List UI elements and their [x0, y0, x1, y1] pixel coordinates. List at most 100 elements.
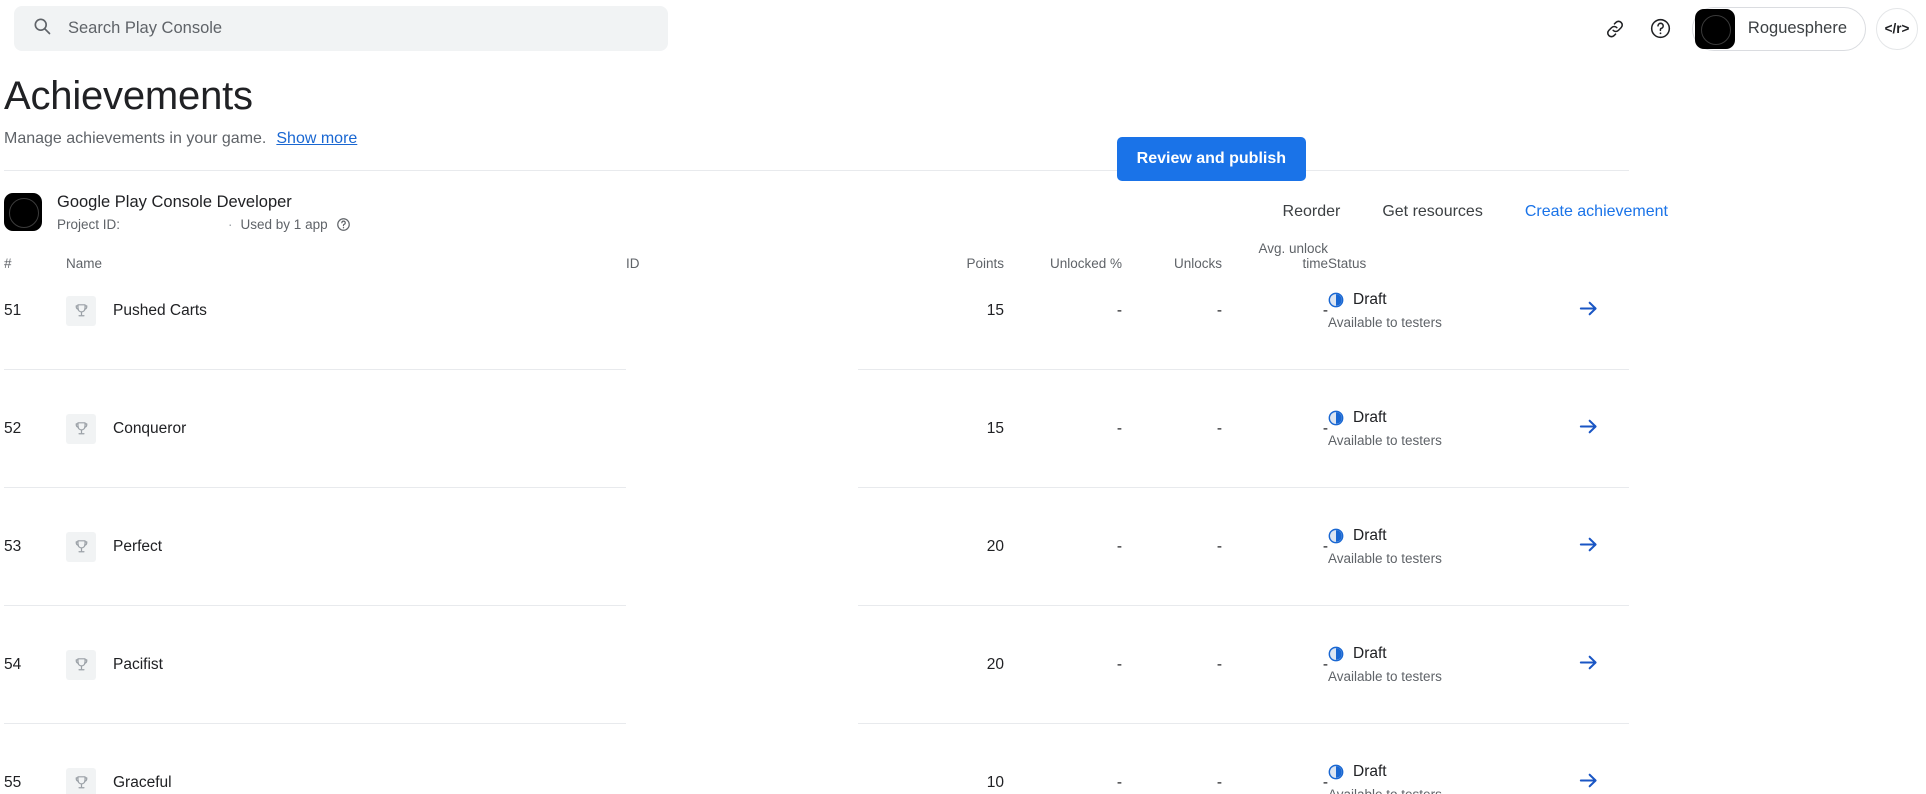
account-chip[interactable]: Roguesphere: [1692, 7, 1866, 51]
avatar: [1695, 9, 1735, 49]
meta-separator: ·: [228, 217, 233, 232]
table-header: # Name ID Points Unlocked % Unlocks Avg.…: [4, 235, 1629, 281]
cell-id: [626, 281, 858, 340]
column-header-status: Status: [1328, 235, 1548, 281]
help-circle-icon[interactable]: [336, 217, 351, 232]
trophy-icon: [66, 650, 96, 680]
cell-open-action[interactable]: [1548, 635, 1629, 694]
avg-unlock-line2: time: [1222, 256, 1328, 271]
cell-unlocks: -: [1122, 399, 1222, 458]
row-divider-right: [858, 340, 1629, 399]
cell-unlocked-pct: -: [1004, 399, 1122, 458]
draft-status-icon: [1328, 646, 1344, 662]
status-badge: Draft: [1353, 527, 1387, 545]
cell-number: 55: [4, 753, 66, 794]
project-info: Google Play Console Developer Project ID…: [57, 192, 351, 233]
cell-open-action[interactable]: [1548, 517, 1629, 576]
cell-name: Graceful: [66, 753, 626, 794]
row-divider-left: [4, 694, 626, 753]
arrow-right-icon[interactable]: [1577, 297, 1600, 325]
account-name: Roguesphere: [1748, 19, 1847, 38]
review-and-publish-button[interactable]: Review and publish: [1117, 137, 1306, 181]
top-bar: Roguesphere </r>: [0, 0, 1926, 57]
cell-unlocked-pct: -: [1004, 281, 1122, 340]
draft-status-icon: [1328, 764, 1344, 780]
cell-unlocked-pct: -: [1004, 635, 1122, 694]
table-row[interactable]: 52Conqueror15---DraftAvailable to tester…: [4, 399, 1629, 458]
table-row[interactable]: 53Perfect20---DraftAvailable to testers: [4, 517, 1629, 576]
cell-unlocks: -: [1122, 517, 1222, 576]
code-chip-icon[interactable]: </r>: [1876, 8, 1918, 50]
cell-name: Conqueror: [66, 399, 626, 458]
column-header-number: #: [4, 235, 66, 281]
table-row[interactable]: 54Pacifist20---DraftAvailable to testers: [4, 635, 1629, 694]
cell-number: 54: [4, 635, 66, 694]
status-subtext: Available to testers: [1328, 669, 1548, 685]
create-achievement-button[interactable]: Create achievement: [1525, 203, 1668, 221]
cell-unlocked-pct: -: [1004, 517, 1122, 576]
cell-number: 52: [4, 399, 66, 458]
search-box[interactable]: [14, 6, 668, 51]
search-input[interactable]: [68, 19, 650, 38]
project-avatar: [4, 193, 42, 231]
cell-status: Draft Available to testers: [1328, 399, 1548, 458]
arrow-right-icon[interactable]: [1577, 769, 1600, 794]
column-header-unlocked-pct: Unlocked %: [1004, 235, 1122, 281]
trophy-icon: [66, 532, 96, 562]
column-header-name: Name: [66, 235, 626, 281]
cell-points: 15: [858, 399, 1004, 458]
status-subtext: Available to testers: [1328, 551, 1548, 567]
page-subtitle-text: Manage achievements in your game.: [4, 130, 266, 147]
achievements-table: # Name ID Points Unlocked % Unlocks Avg.…: [4, 235, 1629, 794]
arrow-right-icon[interactable]: [1577, 415, 1600, 443]
cell-open-action[interactable]: [1548, 753, 1629, 794]
help-circle-icon[interactable]: [1638, 6, 1684, 52]
table-header-row: # Name ID Points Unlocked % Unlocks Avg.…: [4, 235, 1629, 281]
search-icon: [32, 16, 52, 41]
cell-unlocked-pct: -: [1004, 753, 1122, 794]
arrow-right-icon[interactable]: [1577, 651, 1600, 679]
arrow-right-icon[interactable]: [1577, 533, 1600, 561]
cell-open-action[interactable]: [1548, 281, 1629, 340]
table-row[interactable]: 51Pushed Carts15---DraftAvailable to tes…: [4, 281, 1629, 340]
cell-points: 20: [858, 635, 1004, 694]
cell-status: Draft Available to testers: [1328, 517, 1548, 576]
status-subtext: Available to testers: [1328, 433, 1548, 449]
achievement-name: Conqueror: [113, 420, 186, 438]
page-title: Achievements: [4, 73, 1926, 119]
achievement-name: Pushed Carts: [113, 302, 207, 320]
achievement-name: Pacifist: [113, 656, 163, 674]
row-divider: [4, 458, 1629, 517]
cell-avg-unlock-time: -: [1222, 635, 1328, 694]
get-resources-button[interactable]: Get resources: [1382, 203, 1482, 221]
row-divider: [4, 340, 1629, 399]
used-by-label: Used by 1 app: [241, 217, 328, 232]
cell-id: [626, 517, 858, 576]
status-badge: Draft: [1353, 409, 1387, 427]
link-icon[interactable]: [1592, 6, 1638, 52]
row-divider-right: [858, 694, 1629, 753]
cell-name: Pushed Carts: [66, 281, 626, 340]
cell-avg-unlock-time: -: [1222, 753, 1328, 794]
draft-status-icon: [1328, 292, 1344, 308]
trophy-icon: [66, 768, 96, 794]
cell-id: [626, 399, 858, 458]
table-row[interactable]: 55Graceful10---DraftAvailable to testers: [4, 753, 1629, 794]
row-divider-right: [858, 576, 1629, 635]
cell-unlocks: -: [1122, 753, 1222, 794]
cell-open-action[interactable]: [1548, 399, 1629, 458]
row-divider: [4, 694, 1629, 753]
achievement-name: Perfect: [113, 538, 162, 556]
cell-number: 53: [4, 517, 66, 576]
table-body: 51Pushed Carts15---DraftAvailable to tes…: [4, 281, 1629, 794]
project-name: Google Play Console Developer: [57, 192, 351, 213]
status-badge: Draft: [1353, 763, 1387, 781]
draft-status-icon: [1328, 410, 1344, 426]
reorder-button[interactable]: Reorder: [1283, 203, 1341, 221]
column-header-avg-unlock-time: Avg. unlock time: [1222, 235, 1328, 281]
status-subtext: Available to testers: [1328, 315, 1548, 331]
show-more-link[interactable]: Show more: [276, 130, 357, 147]
cell-status: DraftAvailable to testers: [1328, 753, 1548, 794]
cell-id: [626, 753, 858, 794]
page-header: Achievements Manage achievements in your…: [0, 57, 1926, 148]
